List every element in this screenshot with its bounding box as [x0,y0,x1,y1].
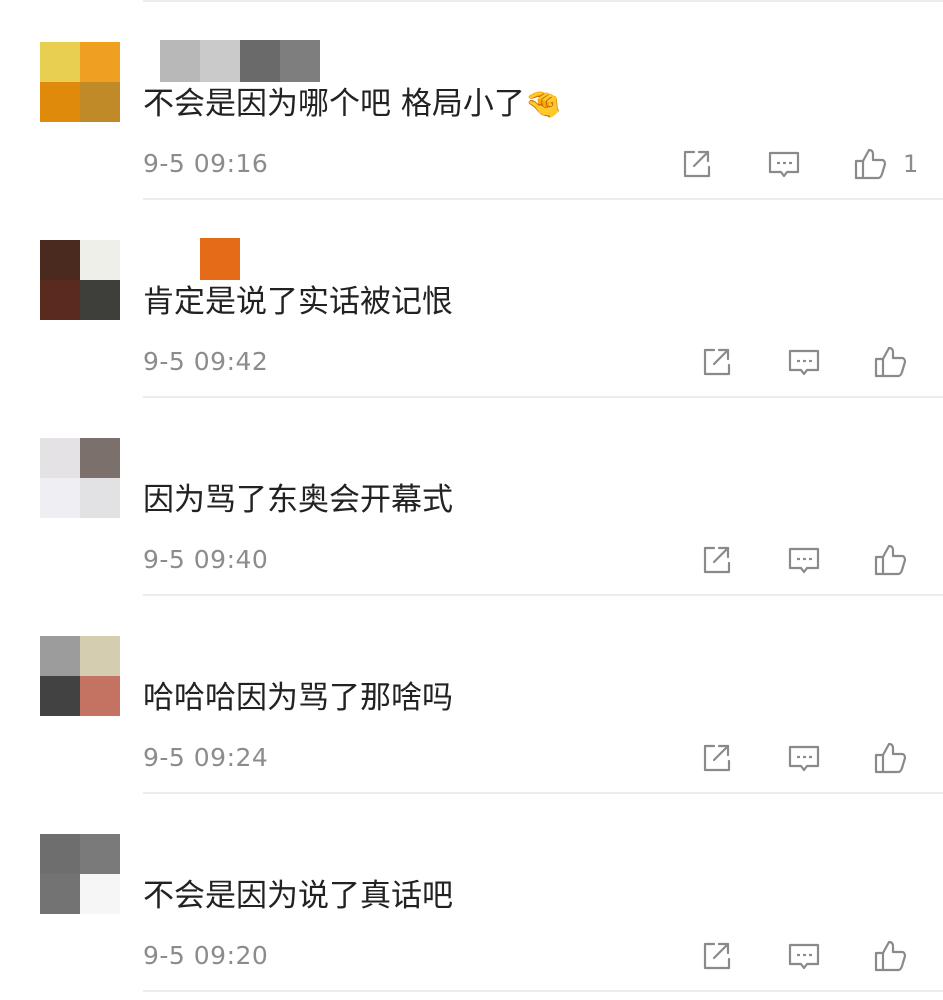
avatar-pixel [80,280,120,320]
avatar-pixel [80,438,120,478]
like-button[interactable] [872,740,908,776]
reply-button[interactable] [766,146,802,182]
share-icon [703,546,731,574]
like-button[interactable] [852,146,888,182]
avatar-pixel [40,834,80,874]
like-button[interactable] [872,542,908,578]
thumbs-up-icon [874,940,907,972]
comment-time: 9-5 09:16 [143,149,269,178]
avatar-pixel [80,240,120,280]
avatar-pixel [80,82,120,122]
comment-time: 9-5 09:40 [143,545,269,574]
avatar-pixel [80,676,120,716]
avatar-pixel [40,280,80,320]
comment-text: 哈哈哈因为骂了那啥吗 [143,680,453,716]
like-button[interactable] [872,938,908,974]
avatar-pixel [40,438,80,478]
reply-button[interactable] [786,542,822,578]
avatar-pixel [40,676,80,716]
avatar-pixel [80,834,120,874]
share-button[interactable] [698,938,734,974]
comment-text: 因为骂了东奥会开幕式 [143,482,453,518]
share-icon [703,744,731,772]
share-button[interactable] [678,146,714,182]
share-button[interactable] [698,542,734,578]
avatar-pixel [80,478,120,518]
comment-text: 肯定是说了实话被记恨 [143,284,453,320]
divider [143,990,943,992]
avatar-pixel [40,240,80,280]
reply-button[interactable] [786,740,822,776]
avatar-pixel [40,874,80,914]
avatar[interactable] [40,834,120,914]
comment-time: 9-5 09:42 [143,347,269,376]
avatar-pixel [80,874,120,914]
comment-icon [788,943,820,970]
thumbs-up-icon [874,346,907,378]
avatar-pixel [80,42,120,82]
username-redacted[interactable] [160,238,240,280]
avatar-pixel [40,636,80,676]
share-button[interactable] [698,740,734,776]
avatar[interactable] [40,438,120,518]
share-icon [683,150,711,178]
comment-item: 不会是因为哪个吧 格局小了🤏 9-5 09:16 1 [0,2,943,200]
thumbs-up-icon [874,742,907,774]
like-button[interactable] [872,344,908,380]
avatar[interactable] [40,42,120,122]
comment-text: 不会是因为哪个吧 格局小了🤏 [143,84,562,125]
comment-time: 9-5 09:20 [143,941,269,970]
pinching-hand-emoji: 🤏 [524,87,563,122]
comment-icon [788,745,820,772]
comment-text-body: 不会是因为哪个吧 格局小了 [143,86,525,122]
avatar[interactable] [40,240,120,320]
avatar-pixel [40,82,80,122]
thumbs-up-icon [854,148,887,180]
avatar-pixel [40,42,80,82]
comment-text: 不会是因为说了真话吧 [143,878,453,914]
reply-button[interactable] [786,344,822,380]
comment-item: 哈哈哈因为骂了那啥吗 9-5 09:24 [0,596,943,794]
thumbs-up-icon [874,544,907,576]
comment-item: 肯定是说了实话被记恨 9-5 09:42 [0,200,943,398]
reply-button[interactable] [786,938,822,974]
comment-item: 因为骂了东奥会开幕式 9-5 09:40 [0,398,943,596]
like-count: 1 [903,150,919,178]
share-button[interactable] [698,344,734,380]
comment-icon [768,151,800,178]
comment-icon [788,547,820,574]
share-icon [703,942,731,970]
username-redacted[interactable] [160,40,320,82]
avatar-pixel [80,636,120,676]
comment-item: 不会是因为说了真话吧 9-5 09:20 [0,794,943,992]
comment-icon [788,349,820,376]
comment-time: 9-5 09:24 [143,743,269,772]
avatar[interactable] [40,636,120,716]
share-icon [703,348,731,376]
avatar-pixel [40,478,80,518]
